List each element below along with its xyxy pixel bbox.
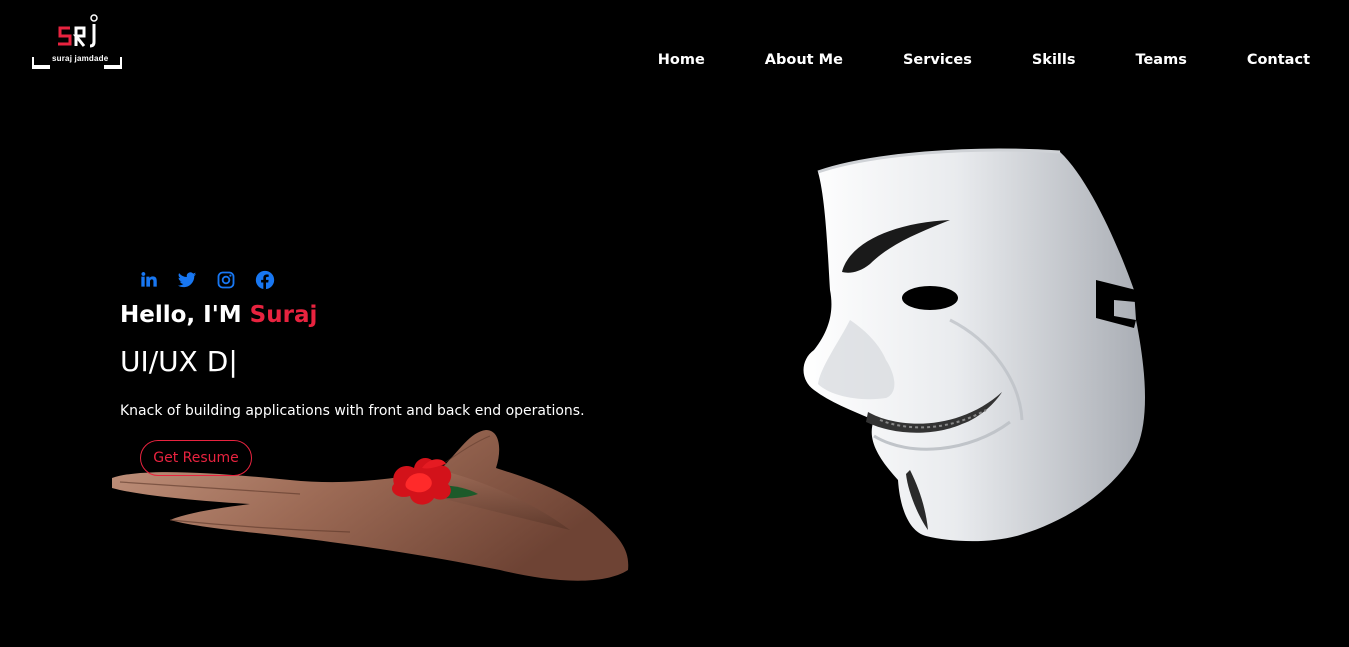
twitter-icon[interactable] <box>177 270 197 290</box>
instagram-icon[interactable] <box>216 270 236 290</box>
page: suraj jamdade Home About Me Services Ski… <box>0 0 1349 647</box>
role-text: UI/UX D <box>120 345 229 378</box>
guy-fawkes-mask-image <box>790 140 1170 560</box>
hero-role-typing: UI/UX D| <box>120 345 238 378</box>
typing-caret: | <box>228 345 238 378</box>
hero-name: Suraj <box>249 302 318 328</box>
nav-skills[interactable]: Skills <box>1032 52 1076 68</box>
linkedin-icon[interactable] <box>138 270 158 290</box>
social-links <box>138 270 275 290</box>
srj-logo-icon <box>32 14 122 69</box>
main-nav: Home About Me Services Skills Teams Cont… <box>658 52 1310 68</box>
nav-services[interactable]: Services <box>903 52 972 68</box>
nav-teams[interactable]: Teams <box>1136 52 1187 68</box>
nav-about-me[interactable]: About Me <box>765 52 843 68</box>
nav-contact[interactable]: Contact <box>1247 52 1310 68</box>
brand-caption: suraj jamdade <box>52 54 109 63</box>
hero-tagline: Knack of building applications with fron… <box>120 403 585 419</box>
facebook-icon[interactable] <box>255 270 275 290</box>
nav-home[interactable]: Home <box>658 52 705 68</box>
brand-logo[interactable]: suraj jamdade <box>32 12 122 72</box>
greeting-text: Hello, I'M <box>120 302 242 328</box>
hero-greeting: Hello, I'M Suraj <box>120 302 317 328</box>
get-resume-button[interactable]: Get Resume <box>140 440 252 476</box>
